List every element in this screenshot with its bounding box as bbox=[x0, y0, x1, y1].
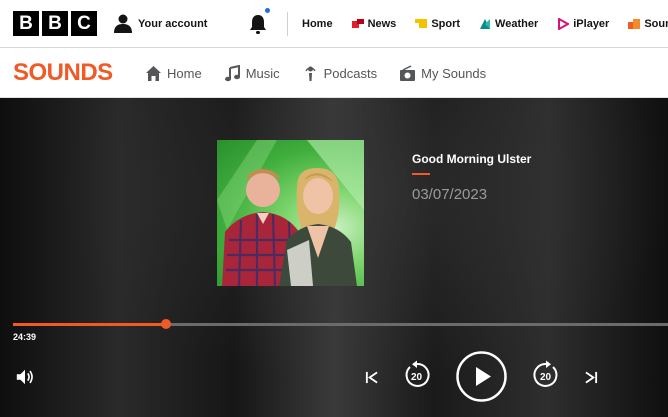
volume-icon bbox=[16, 369, 33, 385]
bbc-logo[interactable]: B B C bbox=[13, 11, 97, 36]
sounds-nav-home[interactable]: Home bbox=[145, 65, 202, 82]
global-nav-sport[interactable]: Sport bbox=[415, 18, 460, 30]
forward-seconds-label: 20 bbox=[540, 372, 552, 383]
bbc-logo-letter-c: C bbox=[71, 11, 97, 36]
play-button[interactable] bbox=[456, 351, 507, 402]
account-label: Your account bbox=[138, 17, 208, 30]
weather-icon bbox=[480, 19, 491, 29]
rewind-seconds-label: 20 bbox=[411, 372, 423, 383]
global-nav-weather[interactable]: Weather bbox=[479, 18, 538, 30]
episode-title[interactable]: Good Morning Ulster bbox=[412, 152, 531, 166]
sounds-nav-podcasts[interactable]: Podcasts bbox=[302, 65, 377, 82]
notifications-bell-icon[interactable] bbox=[248, 13, 268, 35]
next-icon bbox=[584, 371, 597, 383]
sounds-nav-home-label: Home bbox=[167, 65, 202, 81]
sounds-nav-music[interactable]: Music bbox=[224, 64, 280, 82]
account-link[interactable]: Your account bbox=[114, 14, 207, 33]
global-nav-sport-label: Sport bbox=[431, 18, 461, 30]
episode-date: 03/07/2023 bbox=[412, 186, 488, 203]
sounds-icon bbox=[628, 19, 641, 29]
global-nav-home[interactable]: Home bbox=[302, 18, 333, 30]
title-accent-rule bbox=[412, 173, 430, 175]
episode-artwork bbox=[217, 140, 364, 286]
global-nav-news[interactable]: News bbox=[351, 18, 397, 30]
global-nav-home-label: Home bbox=[302, 18, 333, 30]
previous-icon bbox=[365, 371, 378, 383]
global-nav-news-label: News bbox=[367, 18, 397, 30]
music-note-icon bbox=[224, 64, 240, 81]
sounds-nav-my-sounds-label: My Sounds bbox=[421, 65, 487, 81]
bbc-logo-letter-b2: B bbox=[42, 11, 68, 36]
progress-fill bbox=[13, 323, 166, 326]
global-nav-sounds-label: Sounds bbox=[644, 18, 668, 30]
sport-icon bbox=[415, 19, 428, 28]
global-nav-iplayer-label: iPlayer bbox=[573, 18, 610, 30]
elapsed-time: 24:39 bbox=[13, 332, 37, 342]
sounds-nav-podcasts-label: Podcasts bbox=[323, 65, 378, 81]
sounds-nav-music-label: Music bbox=[245, 65, 280, 81]
iplayer-icon bbox=[558, 18, 570, 30]
sounds-nav: Home Music Podcasts My Sounds bbox=[145, 48, 508, 98]
news-icon bbox=[351, 19, 364, 28]
global-nav-divider bbox=[287, 12, 288, 36]
progress-scrubber-handle[interactable] bbox=[161, 319, 171, 329]
previous-button[interactable] bbox=[362, 368, 380, 386]
player-panel: Good Morning Ulster 03/07/2023 24:39 20 bbox=[0, 98, 668, 417]
sounds-logo[interactable]: SOUNDS bbox=[13, 59, 113, 87]
global-nav-weather-label: Weather bbox=[495, 18, 539, 30]
presenters-photo-icon bbox=[217, 140, 364, 286]
next-button[interactable] bbox=[582, 368, 600, 386]
sounds-nav-my-sounds[interactable]: My Sounds bbox=[399, 64, 487, 82]
user-icon bbox=[114, 14, 132, 33]
play-icon bbox=[456, 351, 507, 402]
global-nav-sounds[interactable]: Sounds bbox=[628, 18, 668, 30]
global-nav-iplayer[interactable]: iPlayer bbox=[557, 18, 609, 30]
radio-icon bbox=[400, 64, 416, 81]
podcast-icon bbox=[305, 66, 316, 81]
bbc-logo-letter-b1: B bbox=[13, 11, 39, 36]
volume-button[interactable] bbox=[14, 366, 36, 388]
global-nav: Home News Sport Weather iPlayer Sounds bbox=[302, 0, 668, 48]
house-icon bbox=[146, 65, 161, 81]
notification-dot bbox=[265, 8, 270, 13]
